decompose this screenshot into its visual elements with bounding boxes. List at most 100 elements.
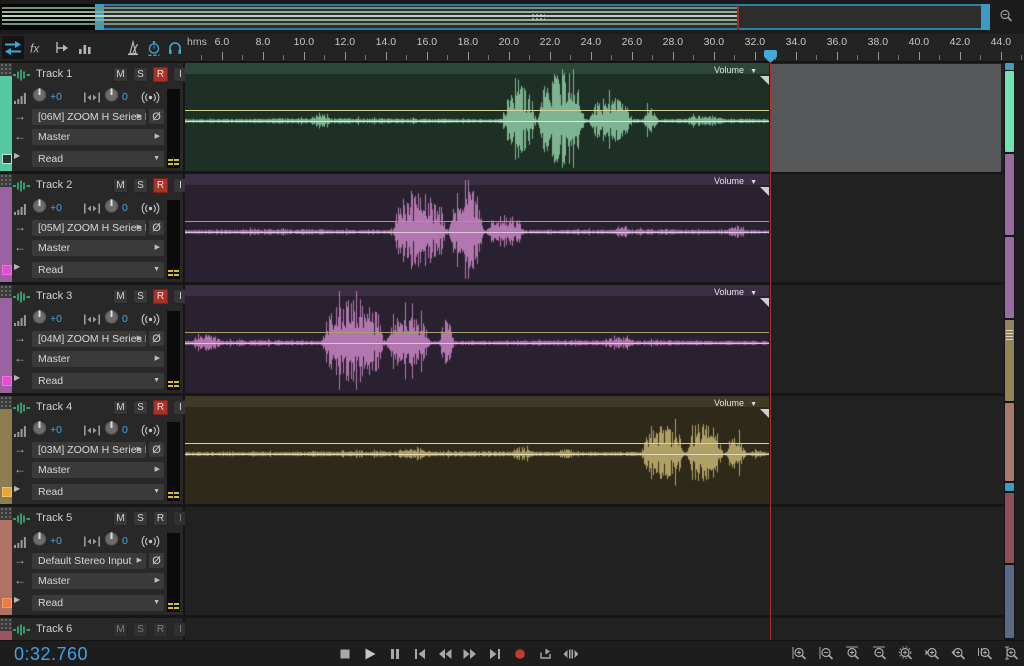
armed-selection-region[interactable] [771, 64, 1001, 172]
phase-invert-button[interactable]: Ø [149, 553, 164, 568]
record-arm-button[interactable]: R [153, 67, 168, 82]
zoom-to-out-point-button[interactable] [948, 645, 970, 663]
track-drag-grip[interactable] [0, 618, 12, 631]
audio-clip[interactable]: Volume▼ [185, 63, 769, 171]
track-drag-grip[interactable] [0, 507, 12, 520]
metering-tool-button[interactable] [74, 36, 96, 59]
playhead-line[interactable] [770, 62, 771, 640]
stop-button[interactable] [334, 645, 356, 663]
viewport-right-handle[interactable] [981, 4, 990, 30]
monitor-icon[interactable] [141, 202, 160, 215]
scrollbar-track-segment[interactable] [1005, 403, 1014, 481]
zoom-to-in-point-button[interactable] [922, 645, 944, 663]
automation-mode-select[interactable]: Read▼ [32, 262, 164, 278]
volume-knob[interactable] [31, 419, 48, 436]
track-lane-4[interactable]: Volume▼ [185, 396, 1004, 504]
timeline-lanes[interactable]: Volume▼ Volume▼ Volume▼ Volume▼ [185, 62, 1004, 640]
input-monitor-button[interactable]: I [173, 289, 185, 304]
metronome-button[interactable] [122, 36, 144, 59]
zoom-out-horizontal-button[interactable] [816, 645, 838, 663]
scrollbar-track-segment[interactable] [1005, 565, 1014, 638]
session-overview-navigator[interactable] [0, 0, 1024, 34]
pan-knob[interactable] [103, 530, 120, 547]
track-drag-grip[interactable] [0, 396, 12, 409]
input-monitor-button[interactable]: I [173, 178, 185, 193]
track-name-label[interactable]: Track 1 [36, 68, 72, 80]
track-drag-grip[interactable] [0, 285, 12, 298]
fast-forward-button[interactable] [459, 645, 481, 663]
output-select[interactable]: Master▶ [32, 351, 164, 367]
zoom-out-time-button[interactable] [869, 645, 891, 663]
scrollbar-track-segment[interactable] [1005, 71, 1014, 152]
mute-button[interactable]: M [113, 67, 128, 82]
track-lane-5[interactable] [185, 507, 1004, 615]
solo-button[interactable]: S [133, 511, 148, 526]
track-name-label[interactable]: Track 3 [36, 290, 72, 302]
solo-button[interactable]: S [133, 622, 148, 637]
pan-knob[interactable] [103, 86, 120, 103]
volume-knob[interactable] [31, 197, 48, 214]
track-name-label[interactable]: Track 2 [36, 179, 72, 191]
output-select[interactable]: Master▶ [32, 240, 164, 256]
track-lane-6[interactable] [185, 618, 1004, 640]
volume-knob[interactable] [31, 308, 48, 325]
solo-button[interactable]: S [133, 178, 148, 193]
automation-expander-icon[interactable]: ▶ [14, 595, 20, 604]
skip-selection-button[interactable] [559, 645, 581, 663]
clip-envelope-label[interactable]: Volume▼ [714, 287, 757, 297]
volume-knob[interactable] [31, 86, 48, 103]
play-button[interactable] [359, 645, 381, 663]
phase-invert-button[interactable]: Ø [149, 331, 164, 346]
scrollbar-grip[interactable] [1006, 330, 1013, 342]
phase-invert-button[interactable]: Ø [149, 109, 164, 124]
pan-knob[interactable] [103, 197, 120, 214]
monitor-icon[interactable] [141, 313, 160, 326]
audio-clip[interactable]: Volume▼ [185, 396, 769, 504]
input-select[interactable]: [05M] ZOOM H Series M▶ [32, 220, 146, 236]
automation-mode-select[interactable]: Read▼ [32, 484, 164, 500]
volume-envelope-line[interactable] [185, 443, 769, 444]
record-arm-button[interactable]: R [153, 511, 168, 526]
mute-button[interactable]: M [113, 622, 128, 637]
move-tool-button[interactable] [2, 36, 24, 59]
zoom-in-time-button[interactable] [842, 645, 864, 663]
monitor-icon[interactable] [141, 535, 160, 548]
go-to-end-button[interactable] [484, 645, 506, 663]
track-color-tag[interactable] [2, 487, 12, 497]
mute-button[interactable]: M [113, 400, 128, 415]
volume-value[interactable]: +0 [50, 313, 62, 325]
zoom-reset-button[interactable] [895, 645, 917, 663]
zoom-vertical-button[interactable] [1001, 645, 1023, 663]
scrollbar-track-segment[interactable] [1005, 154, 1014, 235]
record-button[interactable] [509, 645, 531, 663]
record-timer-button[interactable] [143, 36, 165, 59]
automation-expander-icon[interactable]: ▶ [14, 262, 20, 271]
record-arm-button[interactable]: R [153, 622, 168, 637]
automation-mode-select[interactable]: Read▼ [32, 373, 164, 389]
track-color-tag[interactable] [2, 376, 12, 386]
pan-value[interactable]: 0 [122, 313, 128, 325]
record-arm-button[interactable]: R [153, 400, 168, 415]
playhead-marker[interactable] [764, 50, 777, 62]
pan-value[interactable]: 0 [122, 91, 128, 103]
output-select[interactable]: Master▶ [32, 573, 164, 589]
track-color-tag[interactable] [2, 154, 12, 164]
pan-knob[interactable] [103, 308, 120, 325]
zoom-to-selection-button[interactable] [975, 645, 997, 663]
monitor-icon[interactable] [141, 424, 160, 437]
track-drag-grip[interactable] [0, 174, 12, 187]
automation-expander-icon[interactable]: ▶ [14, 373, 20, 382]
razor-fx-tool-button[interactable]: fx [26, 36, 48, 59]
input-monitor-button[interactable]: I [173, 400, 185, 415]
solo-button[interactable]: S [133, 67, 148, 82]
automation-expander-icon[interactable]: ▶ [14, 484, 20, 493]
phase-invert-button[interactable]: Ø [149, 220, 164, 235]
track-name-label[interactable]: Track 5 [36, 512, 72, 524]
record-arm-button[interactable]: R [153, 289, 168, 304]
volume-envelope-line[interactable] [185, 110, 769, 111]
automation-mode-select[interactable]: Read▼ [32, 151, 164, 167]
clip-envelope-label[interactable]: Volume▼ [714, 176, 757, 186]
volume-value[interactable]: +0 [50, 91, 62, 103]
volume-envelope-line[interactable] [185, 332, 769, 333]
automation-expander-icon[interactable]: ▶ [14, 151, 20, 160]
